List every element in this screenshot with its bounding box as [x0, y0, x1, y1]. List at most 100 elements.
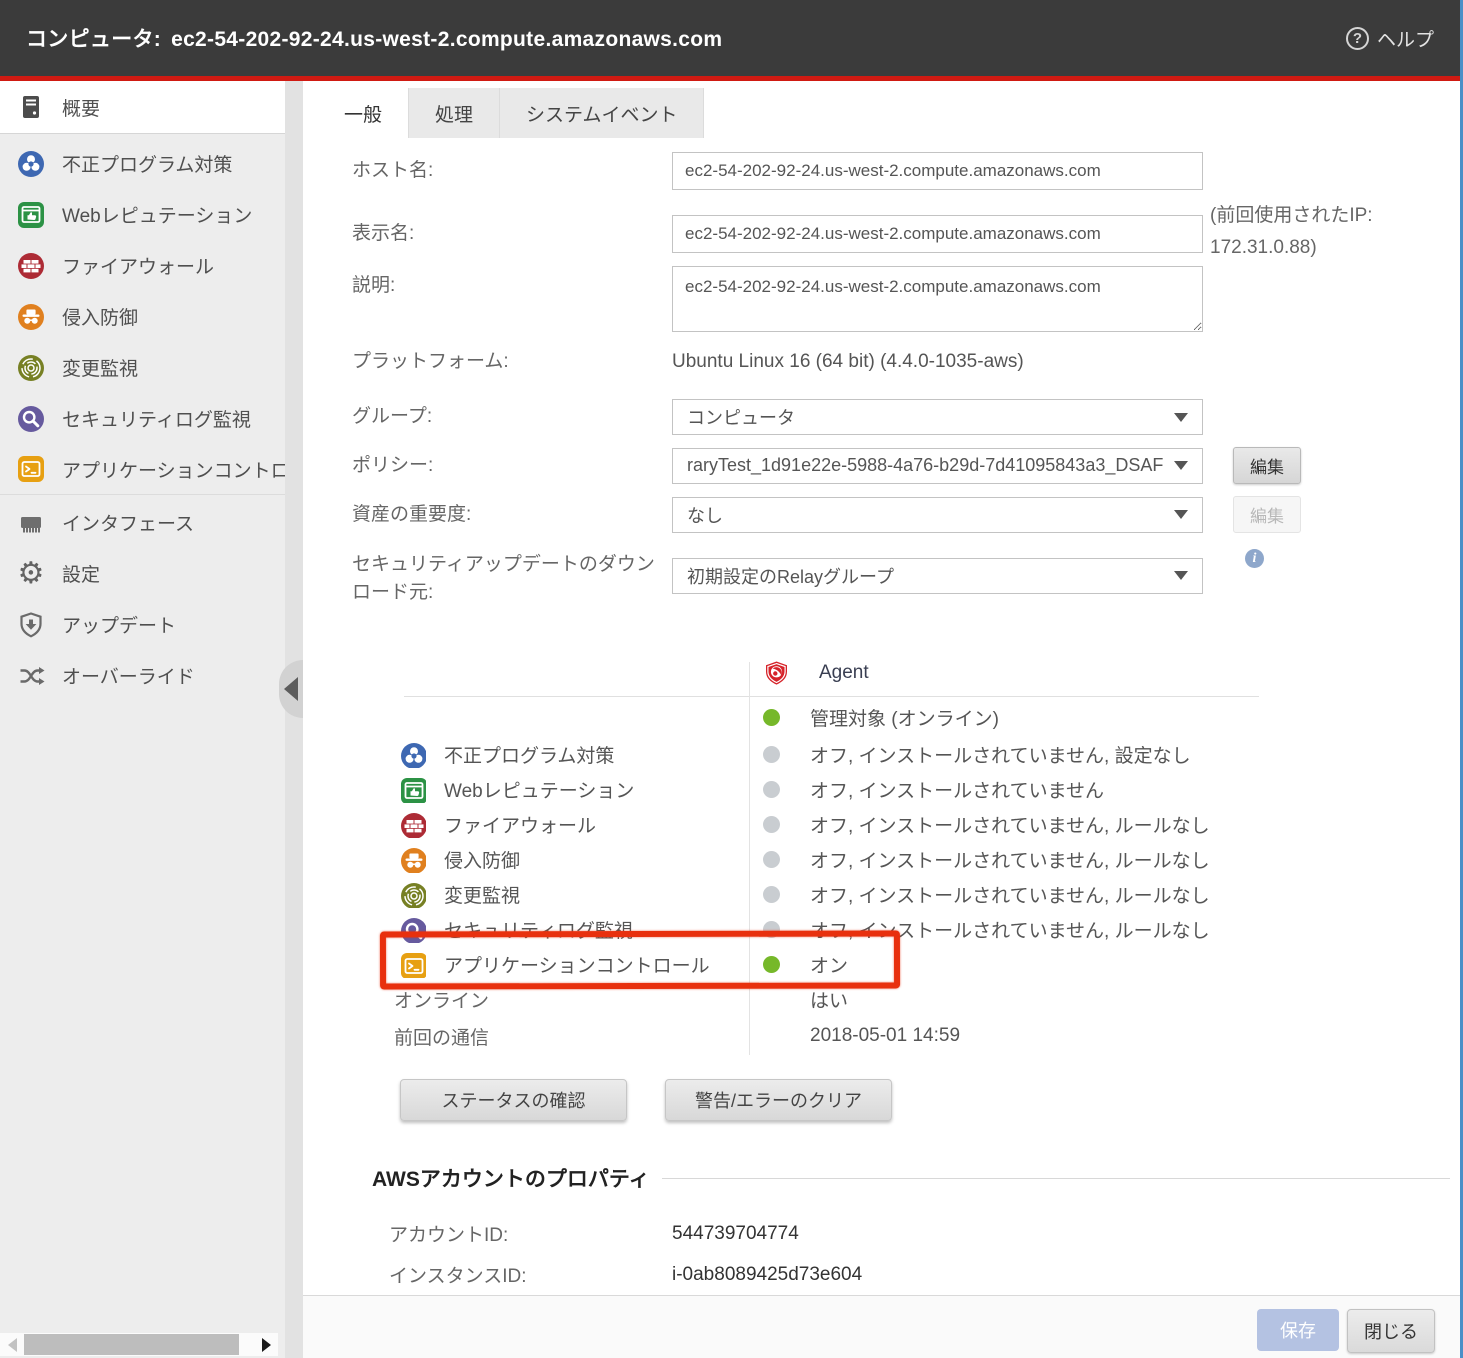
- sidebar-item-settings[interactable]: ⚙ 設定: [0, 548, 285, 599]
- account-id-value: 544739704774: [672, 1223, 799, 1245]
- policy-select[interactable]: raryTest_1d91e22e-5988-4a76-b29d-7d41095…: [672, 448, 1203, 484]
- tab-actions[interactable]: 処理: [409, 88, 500, 138]
- scrollbar-track[interactable]: [24, 1333, 254, 1356]
- scroll-left-arrow-icon[interactable]: [0, 1333, 24, 1356]
- table-row-online: オンライン はい: [392, 982, 1267, 1017]
- online-value: はい: [810, 986, 848, 1013]
- description-textarea[interactable]: ec2-54-202-92-24.us-west-2.compute.amazo…: [672, 266, 1203, 332]
- sidebar-horizontal-scrollbar[interactable]: [0, 1333, 278, 1356]
- intrusion-prevention-icon: [16, 302, 46, 332]
- sidebar-item-anti-malware[interactable]: 不正プログラム対策: [0, 138, 285, 189]
- table-row-last-communication: 前回の通信 2018-05-01 14:59: [392, 1017, 1267, 1055]
- page-title: コンピュータ:ec2-54-202-92-24.us-west-2.comput…: [26, 23, 722, 53]
- sidebar-item-application-control[interactable]: アプリケーションコントロール: [0, 444, 285, 495]
- status-text: オフ, インストールされていません, ルールなし: [810, 916, 1210, 943]
- status-text: オフ, インストールされていません, 設定なし: [810, 741, 1191, 768]
- update-source-label: セキュリティアップデートのダウンロード元:: [352, 551, 672, 606]
- clear-warnings-errors-button[interactable]: 警告/エラーのクリア: [665, 1079, 892, 1121]
- sidebar-item-web-reputation[interactable]: Webレピュテーション: [0, 189, 285, 240]
- display-name-label: 表示名:: [352, 220, 672, 248]
- sidebar-item-label: Webレピュテーション: [62, 201, 252, 228]
- sidebar-item-label: アプリケーションコントロール: [62, 456, 285, 483]
- hostname-input[interactable]: [672, 152, 1203, 190]
- table-row-intrusion-prevention: 侵入防御 オフ, インストールされていません, ルールなし: [392, 842, 1267, 877]
- sidebar-item-label: 変更監視: [62, 354, 138, 381]
- status-text: オフ, インストールされていません, ルールなし: [810, 846, 1210, 873]
- table-row-firewall: ファイアウォール オフ, インストールされていません, ルールなし: [392, 807, 1267, 842]
- module-label: アプリケーションコントロール: [444, 951, 710, 978]
- group-label: グループ:: [352, 403, 672, 431]
- aws-account-id-row: アカウントID: 544739704774: [389, 1213, 1450, 1254]
- overrides-shuffle-icon: [16, 661, 46, 691]
- status-dot-green: [763, 956, 780, 973]
- online-label: オンライン: [394, 986, 489, 1013]
- module-label: ファイアウォール: [444, 811, 596, 838]
- display-name-input[interactable]: [672, 215, 1203, 253]
- close-button[interactable]: 閉じる: [1347, 1309, 1435, 1353]
- sidebar-item-label: セキュリティログ監視: [62, 405, 251, 432]
- instance-id-label: インスタンスID:: [389, 1261, 672, 1288]
- general-form: (前回使用されたIP: 172.31.0.88) ホスト名: 表示名: 説明: …: [303, 138, 1460, 1336]
- status-dot-green: [763, 709, 780, 726]
- intrusion-prevention-icon: [400, 847, 426, 873]
- module-label: Webレピュテーション: [444, 776, 634, 803]
- sidebar-item-updates[interactable]: アップデート: [0, 599, 285, 650]
- table-row-application-control: アプリケーションコントロール オン: [392, 947, 1267, 982]
- last-used-ip-note: (前回使用されたIP: 172.31.0.88): [1210, 200, 1395, 265]
- status-dot-gray: [763, 886, 780, 903]
- sidebar-item-integrity-monitoring[interactable]: 変更監視: [0, 342, 285, 393]
- platform-value: Ubuntu Linux 16 (64 bit) (4.4.0-1035-aws…: [672, 351, 1024, 373]
- save-button[interactable]: 保存: [1257, 1309, 1339, 1351]
- instance-id-value: i-0ab8089425d73e604: [672, 1264, 862, 1286]
- update-source-select[interactable]: 初期設定のRelayグループ: [672, 558, 1203, 594]
- table-row-integrity-monitoring: 変更監視 オフ, インストールされていません, ルールなし: [392, 877, 1267, 912]
- log-inspection-icon: [16, 404, 46, 434]
- sidebar-item-label: オーバーライド: [62, 662, 195, 689]
- tab-general[interactable]: 一般: [318, 88, 409, 138]
- sidebar-item-overview[interactable]: 概要: [0, 81, 285, 134]
- group-select-value: コンピュータ: [687, 404, 1174, 430]
- sidebar-item-intrusion-prevention[interactable]: 侵入防御: [0, 291, 285, 342]
- firewall-icon: [400, 812, 426, 838]
- chevron-down-icon: [1174, 461, 1188, 470]
- chevron-down-icon: [1174, 571, 1188, 580]
- application-control-icon: [400, 952, 426, 978]
- info-icon[interactable]: i: [1245, 549, 1264, 568]
- sidebar-item-firewall[interactable]: ファイアウォール: [0, 240, 285, 291]
- web-reputation-icon: [16, 200, 46, 230]
- chevron-left-icon: [284, 677, 298, 701]
- web-reputation-icon: [400, 777, 426, 803]
- scroll-right-arrow-icon[interactable]: [254, 1333, 278, 1356]
- status-dot-gray: [763, 851, 780, 868]
- group-select[interactable]: コンピュータ: [672, 399, 1203, 435]
- module-label: 不正プログラム対策: [444, 741, 614, 768]
- sidebar-item-label: 不正プログラム対策: [62, 150, 232, 177]
- sidebar-item-label: アップデート: [62, 611, 176, 638]
- chevron-down-icon: [1174, 413, 1188, 422]
- update-source-select-value: 初期設定のRelayグループ: [687, 563, 1174, 589]
- module-label: セキュリティログ監視: [444, 916, 633, 943]
- sidebar-item-label: 侵入防御: [62, 303, 138, 330]
- anti-malware-icon: [400, 742, 426, 768]
- scrollbar-thumb[interactable]: [24, 1334, 239, 1355]
- table-header-row: Agent: [392, 650, 1267, 696]
- table-column-divider: [749, 662, 750, 1055]
- asset-importance-select[interactable]: なし: [672, 497, 1203, 533]
- help-icon: ?: [1346, 27, 1369, 50]
- sidebar-item-log-inspection[interactable]: セキュリティログ監視: [0, 393, 285, 444]
- check-status-button[interactable]: ステータスの確認: [400, 1079, 627, 1121]
- page-title-hostname: ec2-54-202-92-24.us-west-2.compute.amazo…: [171, 28, 722, 51]
- status-dot-gray: [763, 746, 780, 763]
- module-label: 侵入防御: [444, 846, 520, 873]
- sidebar-item-overrides[interactable]: オーバーライド: [0, 650, 285, 701]
- last-communication-label: 前回の通信: [394, 1023, 489, 1050]
- table-row-log-inspection: セキュリティログ監視 オフ, インストールされていません, ルールなし: [392, 912, 1267, 947]
- policy-edit-button[interactable]: 編集: [1233, 447, 1301, 484]
- sidebar-item-label: 概要: [62, 94, 100, 121]
- tab-system-events[interactable]: システムイベント: [500, 88, 704, 138]
- last-communication-value: 2018-05-01 14:59: [810, 1025, 960, 1047]
- aws-instance-id-row: インスタンスID: i-0ab8089425d73e604: [389, 1254, 1450, 1295]
- updates-shield-icon: [16, 610, 46, 640]
- sidebar-item-interfaces[interactable]: インタフェース: [0, 497, 285, 548]
- help-button[interactable]: ? ヘルプ: [1346, 25, 1434, 52]
